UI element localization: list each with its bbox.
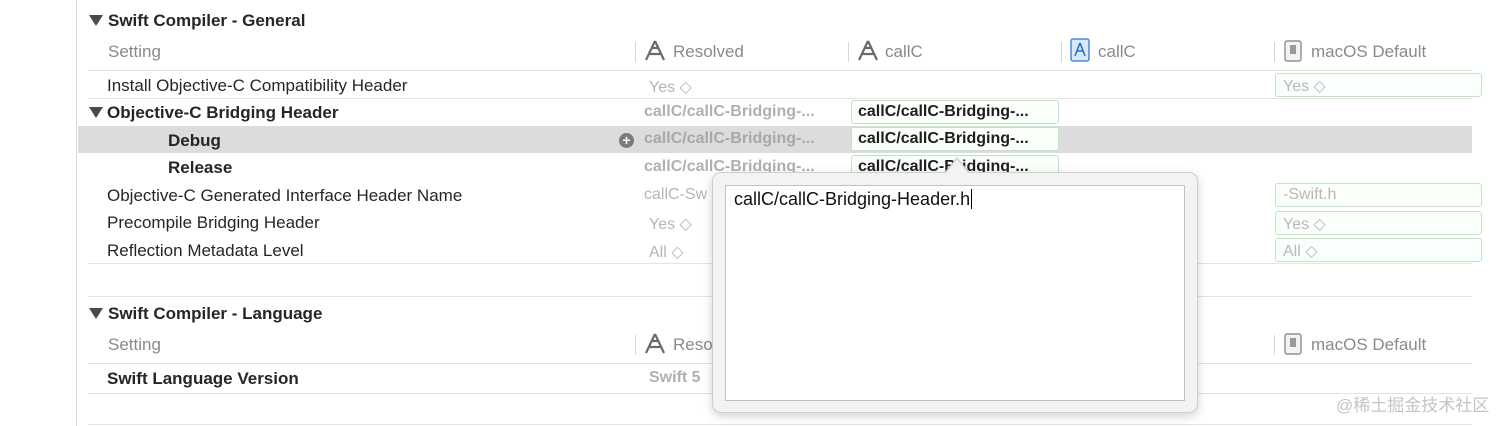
disclosure-triangle-icon[interactable] (89, 15, 103, 26)
column-separator (848, 42, 849, 62)
header-separator (88, 70, 1472, 71)
default-value-box[interactable]: Yes ◇ (1275, 211, 1482, 235)
resolved-value[interactable]: Swift 5 (649, 369, 701, 387)
setting-reflection-metadata[interactable]: Reflection Metadata Level (107, 241, 304, 261)
resolved-value[interactable]: All ◇ (649, 242, 684, 262)
column-header-project: callC (1098, 42, 1136, 61)
row-separator (88, 424, 1472, 425)
add-condition-icon[interactable]: + (619, 133, 634, 148)
default-value-box[interactable]: -Swift.h (1275, 183, 1482, 207)
watermark: @稀土掘金技术社区 (1336, 396, 1490, 415)
setting-precompile-bridging-header[interactable]: Precompile Bridging Header (107, 213, 320, 233)
resolved-value[interactable]: callC-Sw (644, 186, 707, 204)
column-header-default: macOS Default (1311, 335, 1427, 354)
column-separator (1274, 42, 1275, 62)
app-target-icon (858, 40, 878, 61)
sdk-default-icon (1284, 333, 1302, 355)
text-caret (971, 189, 973, 209)
column-separator (1061, 42, 1062, 62)
resolved-value[interactable]: Yes ◇ (649, 77, 692, 97)
popover-arrow-fill (946, 159, 968, 173)
column-separator (635, 335, 636, 355)
setting-release[interactable]: Release (168, 158, 232, 178)
column-header-target: callC (885, 42, 923, 61)
left-divider (76, 0, 77, 426)
popover-text-value: callC/callC-Bridging-Header.h (734, 189, 971, 209)
setting-generated-interface-header[interactable]: Objective-C Generated Interface Header N… (107, 186, 462, 206)
section-title-language[interactable]: Swift Compiler - Language (108, 304, 322, 324)
row-separator (88, 98, 1472, 99)
project-file-icon (1070, 38, 1090, 62)
section-title-general[interactable]: Swift Compiler - General (108, 11, 305, 31)
resolved-value[interactable]: callC/callC-Bridging-... (644, 103, 815, 121)
target-value-box[interactable]: callC/callC-Bridging-... (851, 100, 1059, 124)
column-separator (635, 42, 636, 62)
disclosure-triangle-icon[interactable] (89, 308, 103, 319)
target-value-box[interactable]: callC/callC-Bridging-... (851, 127, 1059, 151)
resolved-value[interactable]: Yes ◇ (649, 214, 692, 234)
disclosure-triangle-icon[interactable] (89, 107, 103, 118)
setting-install-objc-header[interactable]: Install Objective-C Compatibility Header (107, 76, 407, 96)
column-separator (1274, 335, 1275, 355)
bridging-header-popover: callC/callC-Bridging-Header.h (712, 172, 1198, 413)
setting-bridging-header[interactable]: Objective-C Bridging Header (107, 103, 338, 123)
column-header-resolved: Reso (673, 335, 713, 354)
column-header-default: macOS Default (1311, 42, 1427, 61)
default-value-box[interactable]: All ◇ (1275, 238, 1482, 262)
sdk-default-icon (1284, 40, 1302, 62)
default-value-box[interactable]: Yes ◇ (1275, 73, 1482, 97)
column-header-setting: Setting (108, 335, 161, 354)
setting-debug[interactable]: Debug (168, 131, 221, 151)
app-target-icon (645, 333, 665, 354)
column-header-resolved: Resolved (673, 42, 744, 61)
resolved-value[interactable]: callC/callC-Bridging-... (644, 130, 815, 148)
app-target-icon (645, 40, 665, 61)
column-header-setting: Setting (108, 42, 161, 61)
bridging-header-path-editor[interactable]: callC/callC-Bridging-Header.h (725, 185, 1185, 401)
setting-swift-language-version[interactable]: Swift Language Version (107, 369, 299, 389)
